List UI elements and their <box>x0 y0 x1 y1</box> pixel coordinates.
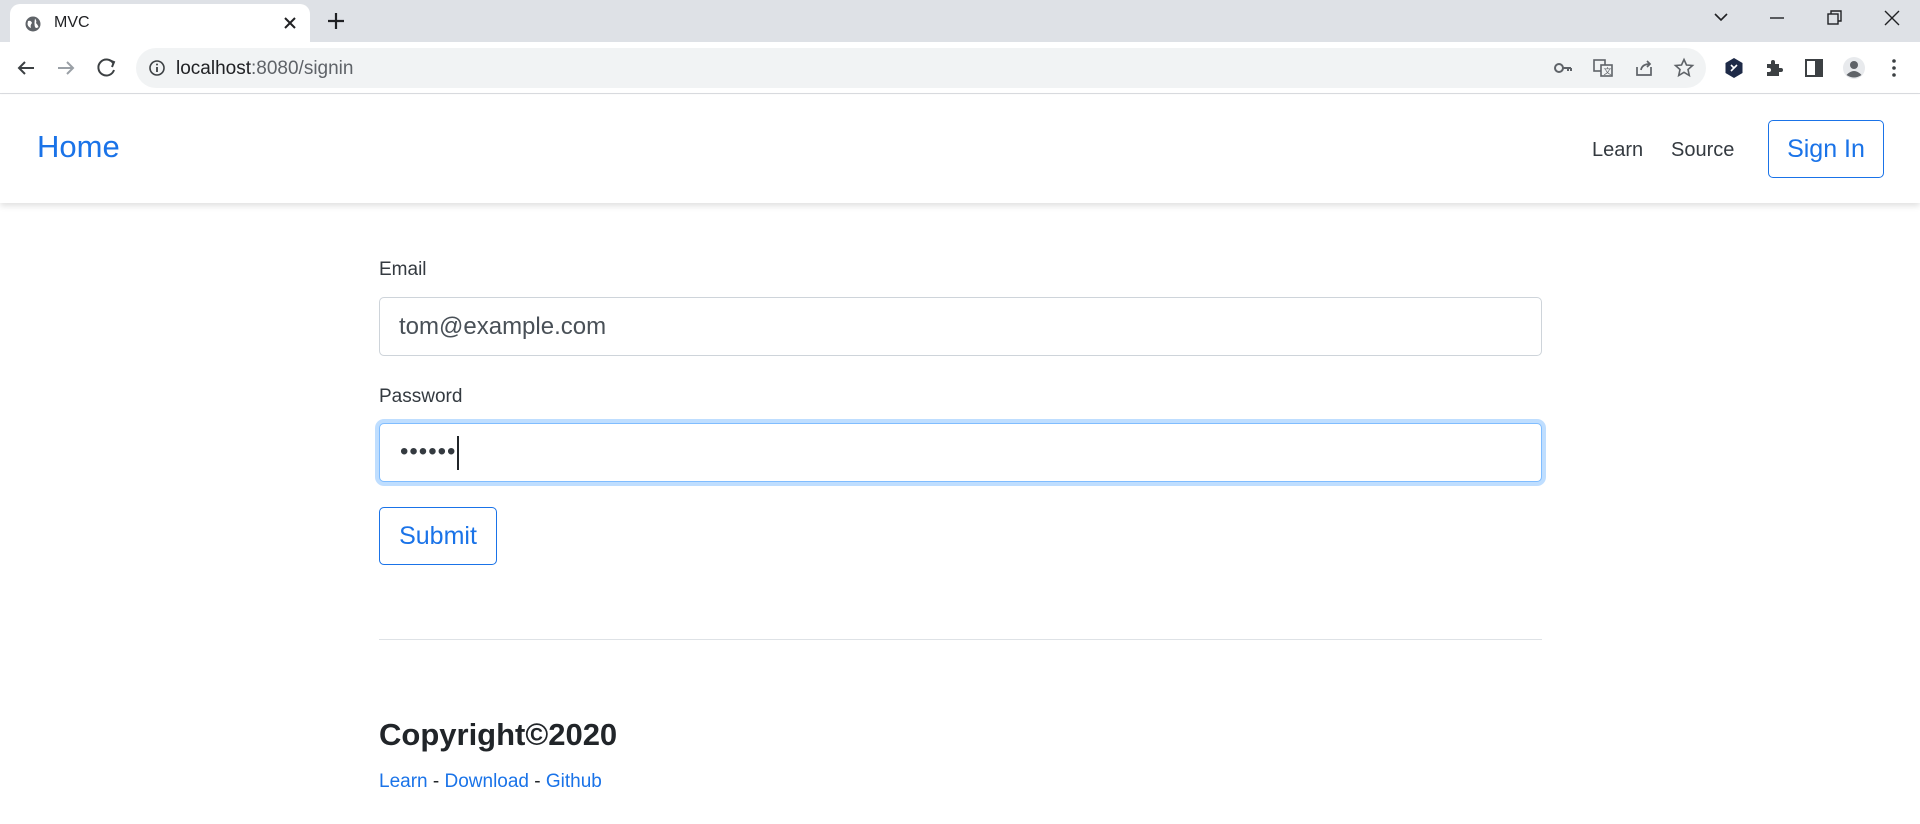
back-icon[interactable] <box>12 54 40 82</box>
browser-tab[interactable]: MVC <box>10 4 310 42</box>
footer-link-github[interactable]: Github <box>546 771 602 792</box>
browser-menu-icon[interactable] <box>1882 56 1906 80</box>
site-info-icon[interactable] <box>148 59 166 77</box>
translate-icon[interactable]: 文 <box>1592 57 1614 79</box>
nav-link-source[interactable]: Source <box>1671 139 1734 162</box>
email-label: Email <box>379 259 427 280</box>
footer-links: Learn - Download - Github <box>379 771 602 793</box>
side-panel-icon[interactable] <box>1802 56 1826 80</box>
footer-link-download[interactable]: Download <box>445 771 530 792</box>
browser-toolbar: localhost:8080/signin 文 <box>0 42 1920 94</box>
password-masked-value: •••••• <box>400 438 457 465</box>
tab-search-icon[interactable] <box>1706 6 1736 30</box>
nav-link-learn[interactable]: Learn <box>1592 139 1643 162</box>
svg-text:文: 文 <box>1604 66 1612 76</box>
footer-separator: - <box>529 771 546 792</box>
new-tab-icon[interactable] <box>324 9 348 33</box>
bookmark-star-icon[interactable] <box>1673 57 1695 79</box>
email-field[interactable] <box>379 297 1542 356</box>
copyright-heading: Copyright©2020 <box>379 717 618 752</box>
footer-divider <box>379 639 1542 640</box>
extension-hexagon-icon[interactable] <box>1722 56 1746 80</box>
home-brand-link[interactable]: Home <box>37 129 120 165</box>
globe-icon <box>25 16 41 32</box>
restore-icon[interactable] <box>1819 6 1849 30</box>
key-icon[interactable] <box>1552 57 1574 79</box>
browser-tabstrip: MVC <box>0 0 1920 42</box>
profile-avatar-icon[interactable] <box>1842 56 1866 80</box>
footer-separator: - <box>427 771 445 792</box>
sign-in-button[interactable]: Sign In <box>1768 120 1884 178</box>
password-label: Password <box>379 386 463 407</box>
site-navbar: Home Learn Source Sign In <box>0 95 1920 203</box>
tab-title: MVC <box>54 14 90 31</box>
submit-button[interactable]: Submit <box>379 507 497 565</box>
close-tab-icon[interactable] <box>280 13 300 33</box>
close-window-icon[interactable] <box>1877 6 1907 30</box>
reload-icon[interactable] <box>93 54 121 82</box>
url-text[interactable]: localhost:8080/signin <box>176 58 353 80</box>
url-host: localhost <box>176 58 251 79</box>
extensions-puzzle-icon[interactable] <box>1762 56 1786 80</box>
minimize-icon[interactable] <box>1762 6 1792 30</box>
text-caret <box>457 436 459 470</box>
footer-link-learn[interactable]: Learn <box>379 771 428 792</box>
address-bar[interactable]: localhost:8080/signin 文 <box>136 48 1706 88</box>
password-field[interactable]: •••••• <box>379 423 1542 482</box>
forward-icon[interactable] <box>52 54 80 82</box>
share-icon[interactable] <box>1633 57 1655 79</box>
url-path: :8080/signin <box>251 58 354 79</box>
